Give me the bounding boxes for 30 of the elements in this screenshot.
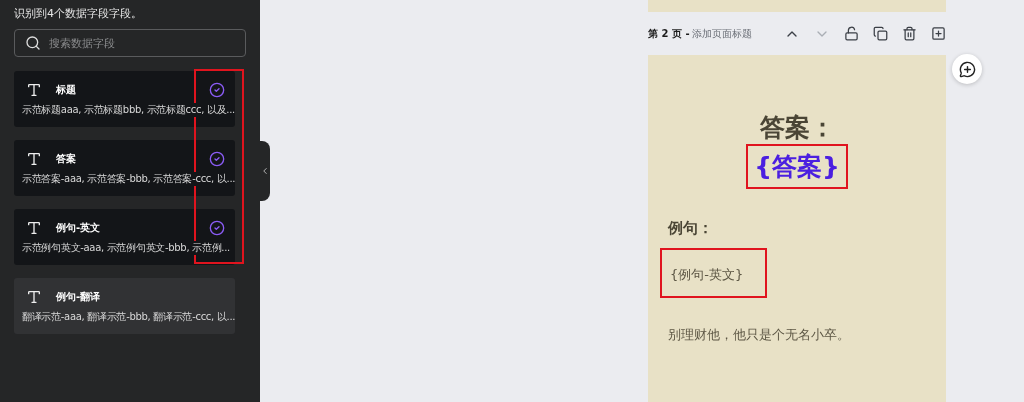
page-number: 第 2 页 -: [648, 26, 690, 41]
page-heading: 答案：: [758, 112, 836, 144]
plus-icon: [931, 26, 946, 41]
data-field-item[interactable]: 例句-英文 示范例句英文-aaa, 示范例句英文-bbb, 示范例...: [14, 209, 235, 265]
trash-icon: [902, 26, 917, 41]
text-field[interactable]: {例句-英文}: [660, 248, 768, 298]
data-field-item[interactable]: 答案 示范答案-aaa, 示范答案-bbb, 示范答案-ccc, 以...: [14, 140, 235, 196]
add-page-button[interactable]: [931, 26, 946, 41]
text-type-icon: [26, 82, 42, 98]
text-field[interactable]: {答案}: [746, 144, 848, 189]
data-field-item[interactable]: 例句-翻译 翻译示范-aaa, 翻译示范-bbb, 翻译示范-ccc, 以...: [14, 278, 235, 334]
text-type-icon: [26, 220, 42, 236]
unlock-button[interactable]: [844, 26, 859, 41]
data-field-item[interactable]: 标题 示范标题aaa, 示范标题bbb, 示范标题ccc, 以及...: [14, 71, 235, 127]
search-field[interactable]: 搜索数据字段: [14, 29, 246, 57]
comment-plus-icon: [958, 60, 976, 78]
body-text: 别理财他，他只是个无名小卒。: [668, 326, 851, 344]
copy-icon: [873, 26, 888, 41]
chevron-left-icon: [260, 166, 270, 176]
page-title-field[interactable]: 添加页面标题: [691, 26, 770, 41]
add-comment-button[interactable]: [952, 54, 982, 84]
unlock-icon: [844, 26, 859, 41]
collapse-handle[interactable]: [260, 141, 270, 201]
section-label: 例句：: [668, 219, 714, 238]
text-type-icon: [26, 151, 42, 167]
duplicate-button[interactable]: [873, 26, 888, 41]
delete-button[interactable]: [902, 26, 917, 41]
fields-summary: 识别到4个数据字段字段。: [14, 6, 143, 21]
text-type-icon: [26, 289, 42, 305]
search-icon: [25, 35, 41, 51]
